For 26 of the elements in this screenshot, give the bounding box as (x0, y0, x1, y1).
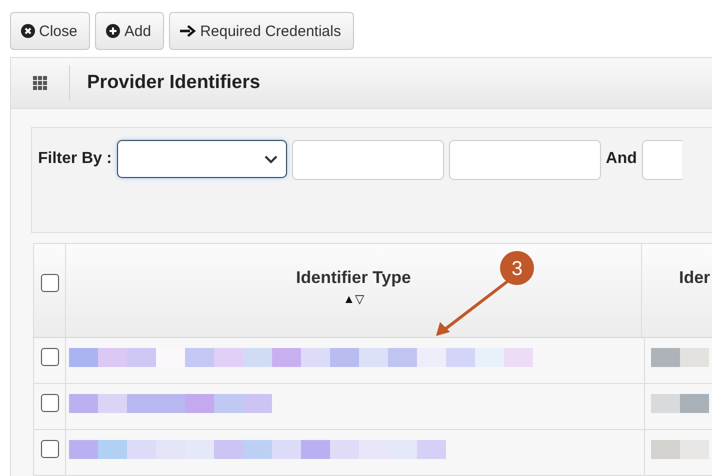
close-icon (21, 24, 35, 38)
toolbar-button[interactable]: Add (95, 12, 164, 50)
row-checkbox[interactable] (40, 348, 58, 366)
toolbar-button[interactable]: Close (10, 12, 90, 50)
and-label: And (606, 149, 637, 169)
row-checkbox[interactable] (40, 394, 58, 412)
select-all-checkbox[interactable] (40, 274, 58, 292)
filter-dropdown[interactable] (116, 140, 287, 178)
filter-field[interactable] (448, 140, 601, 180)
column-title: Identifier Type (296, 268, 411, 288)
redacted-text (651, 348, 709, 367)
chevron-down-icon (264, 154, 278, 164)
panel-title: Provider Identifiers (87, 72, 260, 94)
grid-icon (33, 76, 47, 90)
sort-indicator[interactable]: ▲▽ (343, 292, 364, 306)
toolbar-button[interactable]: Required Credentials (169, 12, 354, 50)
callout-badge: 3 (500, 251, 534, 285)
arrow-right-icon (180, 25, 196, 37)
redacted-text (651, 394, 709, 413)
filter-field[interactable] (642, 140, 682, 180)
filter-field[interactable] (292, 140, 444, 180)
add-icon (106, 24, 120, 38)
redacted-text (651, 440, 709, 459)
filter-label: Filter By : (38, 149, 112, 169)
row-checkbox[interactable] (40, 440, 58, 458)
column-header[interactable]: Ider (642, 244, 712, 337)
